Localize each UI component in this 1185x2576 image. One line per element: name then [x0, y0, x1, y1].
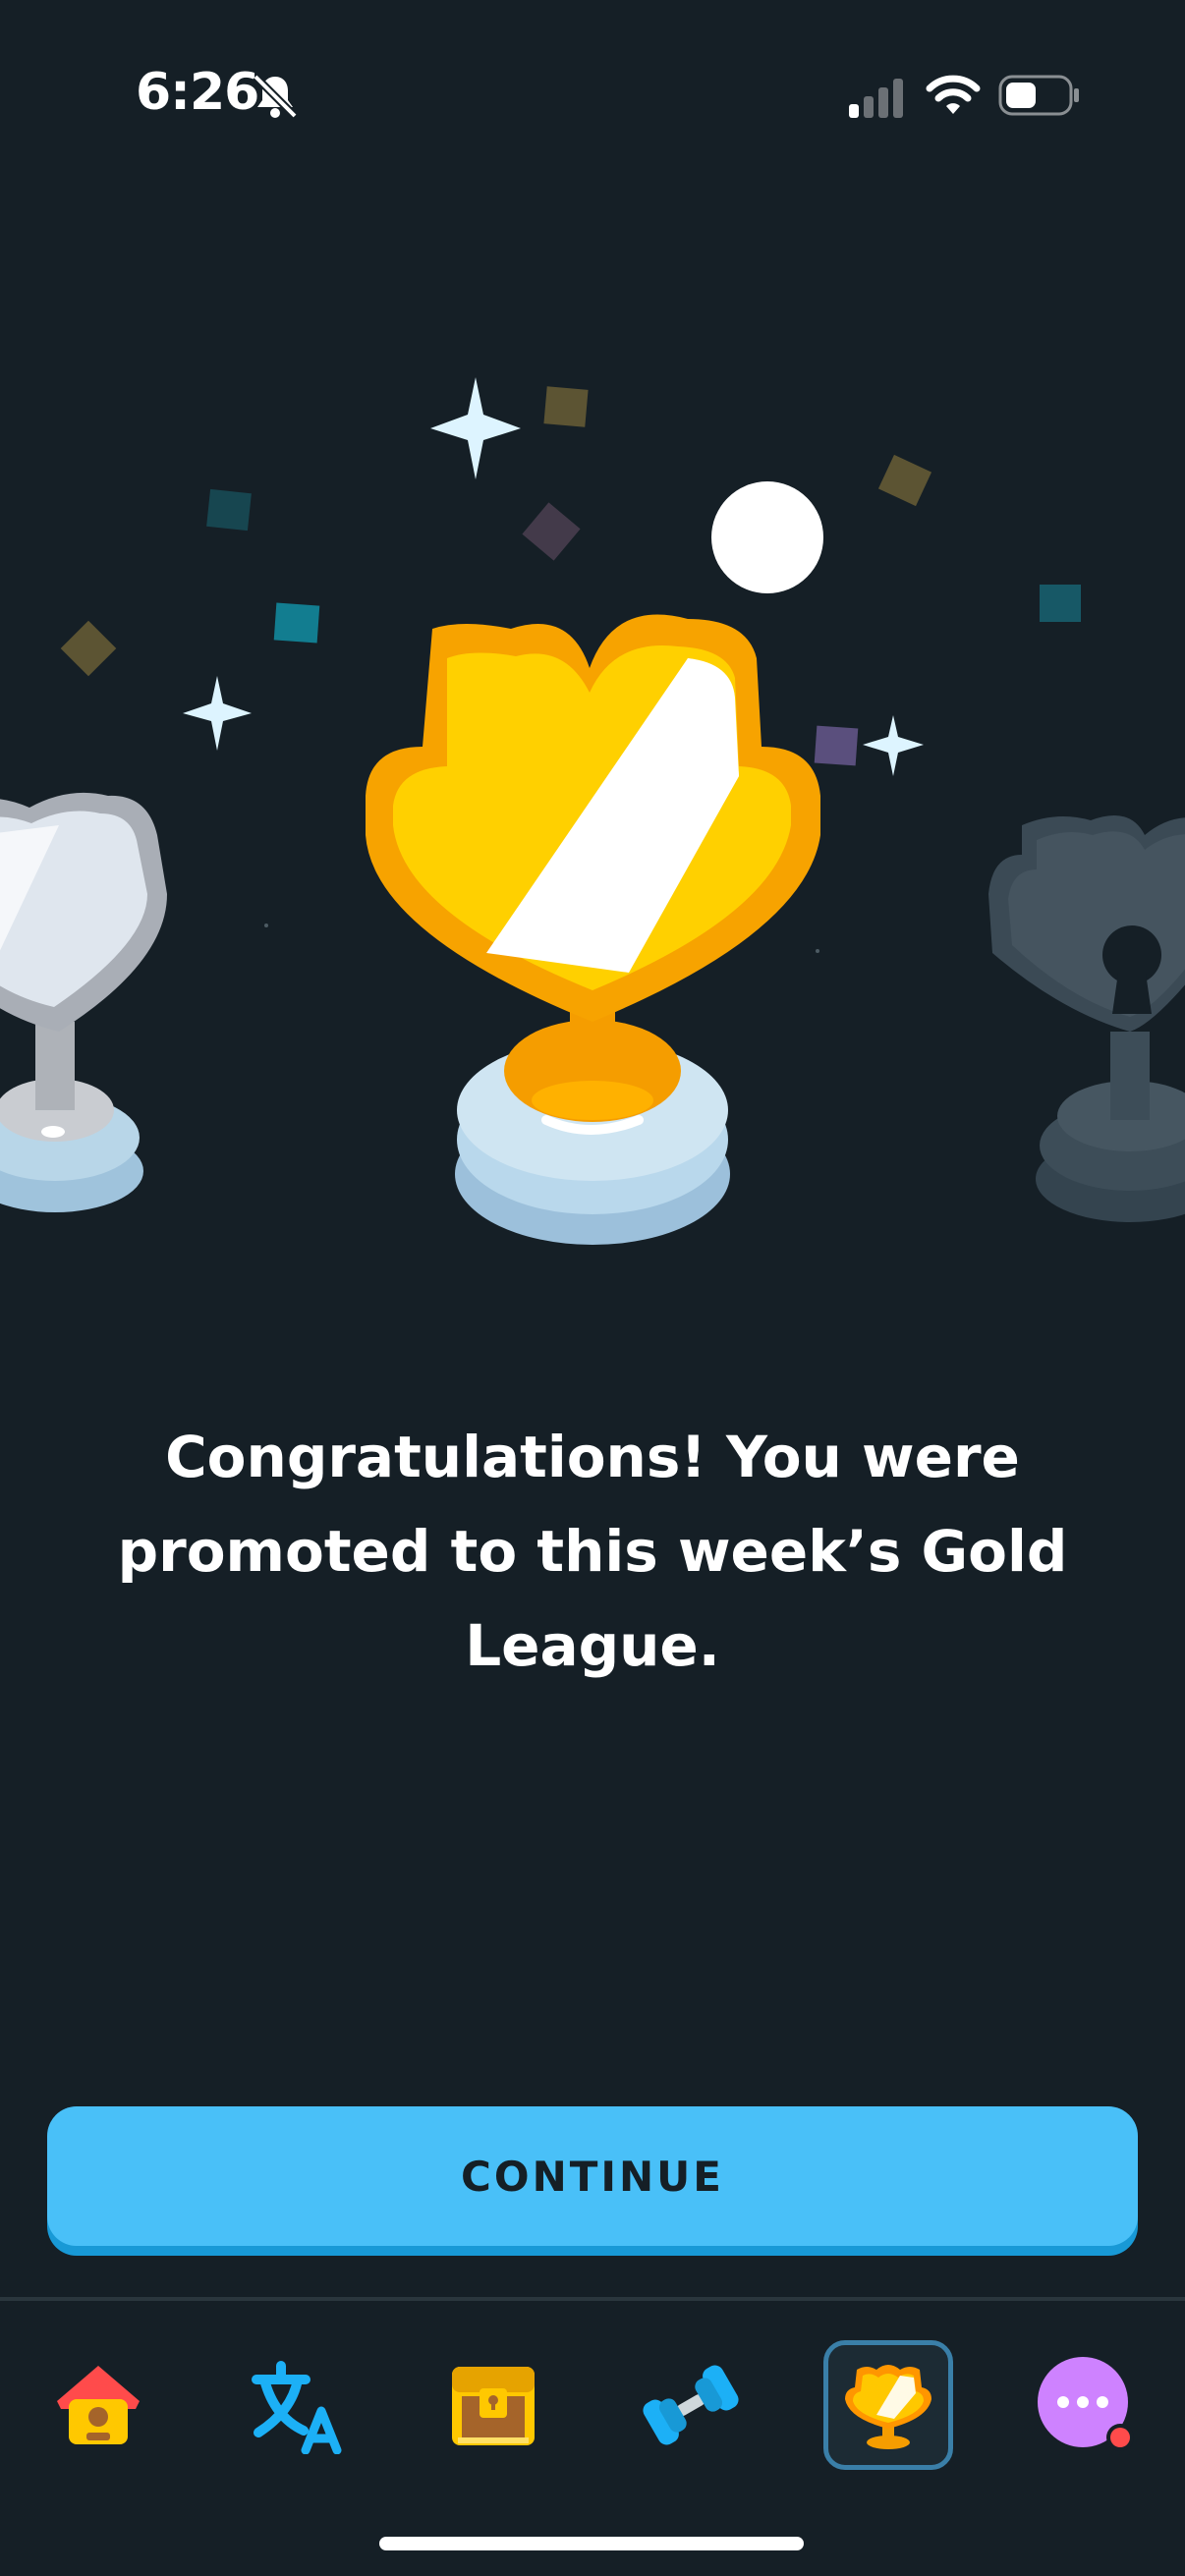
- moon-orb: [711, 481, 823, 593]
- status-bar: 6:26: [0, 0, 1185, 196]
- bell-slash-icon: [253, 74, 298, 119]
- tab-leaderboards[interactable]: [823, 2340, 953, 2470]
- league-trophy-carousel: [0, 324, 1185, 1267]
- translate-icon: [252, 2361, 342, 2454]
- promotion-message: Congratulations! You were promoted to th…: [117, 1424, 1068, 1679]
- continue-button-label: CONTINUE: [461, 2152, 724, 2201]
- silver-trophy: [0, 792, 167, 1212]
- tab-more[interactable]: [1021, 2340, 1151, 2470]
- bottom-tab-bar: [0, 2301, 1185, 2576]
- more-icon: [1038, 2357, 1134, 2451]
- league-illustration: [0, 377, 1185, 1245]
- trophy-icon: [845, 2365, 931, 2449]
- locked-trophy: [988, 815, 1185, 1222]
- notification-dot: [1110, 2428, 1130, 2447]
- status-time: 6:26: [136, 63, 259, 122]
- tab-practice[interactable]: [626, 2340, 756, 2470]
- battery-icon: [998, 75, 1079, 116]
- gold-trophy: [366, 614, 820, 1245]
- continue-button[interactable]: CONTINUE: [47, 2106, 1138, 2246]
- tab-treasure[interactable]: [428, 2340, 558, 2470]
- treasure-chest-icon: [452, 2367, 535, 2445]
- tab-translate[interactable]: [231, 2340, 361, 2470]
- dumbbell-icon: [643, 2365, 739, 2445]
- tab-home[interactable]: [33, 2340, 163, 2470]
- wifi-icon: [926, 75, 981, 114]
- cellular-signal-icon: [849, 79, 903, 118]
- home-icon: [57, 2366, 140, 2444]
- home-indicator[interactable]: [379, 2537, 804, 2550]
